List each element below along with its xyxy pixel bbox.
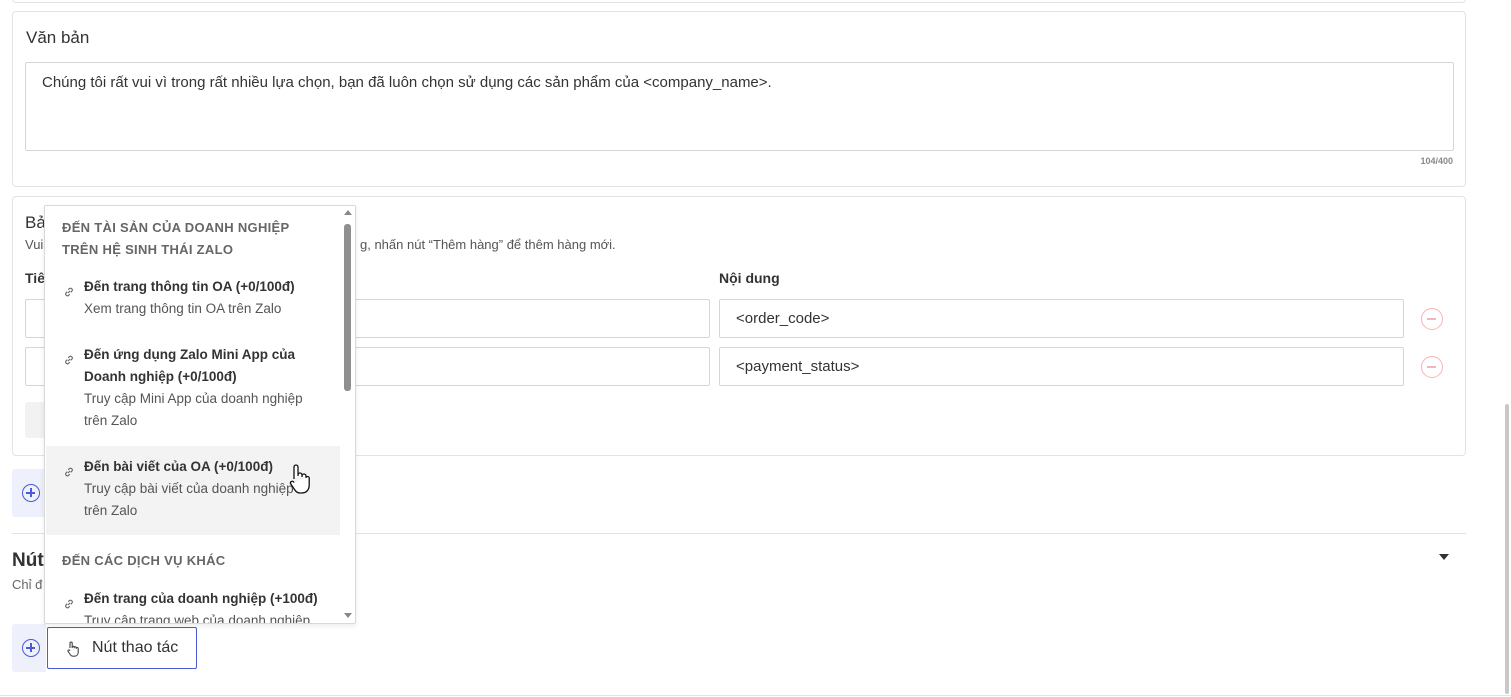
table-section-title: Bả bbox=[25, 213, 46, 232]
option-title-line-2: Doanh nghiệp (+0/100đ) bbox=[84, 369, 237, 384]
link-icon bbox=[65, 599, 73, 609]
option-title: Đến trang thông tin OA (+0/100đ) bbox=[84, 279, 295, 294]
plus-circle-icon bbox=[22, 639, 40, 657]
bottom-border bbox=[0, 695, 1511, 696]
group-header-other-services: ĐẾN CÁC DỊCH VỤ KHÁC bbox=[62, 553, 226, 568]
option-title: Đến trang của doanh nghiệp (+100đ) bbox=[84, 591, 318, 606]
link-icon bbox=[65, 467, 73, 477]
option-title-line-1: Đến ứng dụng Zalo Mini App của bbox=[84, 347, 296, 362]
column-header-content: Nội dung bbox=[719, 270, 780, 286]
text-content-textarea[interactable]: Chúng tôi rất vui vì trong rất nhiều lựa… bbox=[25, 62, 1454, 151]
text-section-card: Văn bản Chúng tôi rất vui vì trong rất n… bbox=[12, 11, 1466, 187]
table-hint-left: Vui bbox=[25, 237, 44, 252]
row-1-remove-icon[interactable] bbox=[1421, 308, 1443, 330]
plus-circle-icon bbox=[22, 484, 40, 502]
table-section-hint: Vui g, nhấn nút “Thêm hàng” để thêm hàng… bbox=[25, 237, 616, 252]
previous-card bbox=[12, 0, 1466, 3]
option-oa-profile[interactable]: Đến trang thông tin OA (+0/100đ) Xem tra… bbox=[46, 276, 340, 332]
option-desc: Xem trang thông tin OA trên Zalo bbox=[84, 301, 282, 316]
option-desc-line-1: Truy cập Mini App của doanh nghiệp bbox=[84, 391, 303, 406]
dropdown-scroll-thumb[interactable] bbox=[344, 224, 351, 391]
group-header-line-1: ĐẾN TÀI SẢN CỦA DOANH NGHIỆP bbox=[62, 220, 290, 235]
page-scrollbar[interactable] bbox=[1505, 404, 1509, 694]
link-icon bbox=[65, 287, 73, 297]
hand-pointer-icon bbox=[67, 641, 79, 657]
option-desc-line-2: trên Zalo bbox=[84, 503, 138, 518]
row-2-remove-icon[interactable] bbox=[1421, 356, 1443, 378]
scroll-down-arrow-icon[interactable] bbox=[344, 613, 352, 618]
option-desc: Truy cập trang web của doanh nghiệp bbox=[84, 613, 311, 624]
text-section-title: Văn bản bbox=[26, 28, 90, 47]
option-mini-app[interactable]: Đến ứng dụng Zalo Mini App của Doanh ngh… bbox=[46, 344, 340, 444]
table-hint-right: g, nhấn nút “Thêm hàng” để thêm hàng mới… bbox=[360, 237, 616, 252]
action-button[interactable]: Nút thao tác bbox=[47, 627, 197, 669]
row-2-content-input[interactable]: <payment_status> bbox=[719, 347, 1404, 386]
buttons-section-subtitle: Chỉ đ bbox=[12, 577, 43, 592]
link-icon bbox=[65, 355, 73, 365]
group-header-line-2: TRÊN HỆ SINH THÁI ZALO bbox=[62, 242, 234, 257]
action-button-label: Nút thao tác bbox=[92, 639, 179, 656]
scroll-up-arrow-icon[interactable] bbox=[344, 210, 352, 215]
column-header-title: Tiê bbox=[25, 270, 45, 286]
option-desc-line-2: trên Zalo bbox=[84, 413, 138, 428]
option-business-page[interactable]: Đến trang của doanh nghiệp (+100đ) Truy … bbox=[46, 588, 340, 624]
link-type-dropdown: ĐẾN TÀI SẢN CỦA DOANH NGHIỆP TRÊN HỆ SIN… bbox=[44, 205, 356, 624]
group-header-ecosystem: ĐẾN TÀI SẢN CỦA DOANH NGHIỆP TRÊN HỆ SIN… bbox=[62, 217, 289, 261]
add-component-button[interactable] bbox=[12, 469, 46, 517]
add-button-control[interactable] bbox=[12, 624, 46, 672]
row-1-content-input[interactable]: <order_code> bbox=[719, 299, 1404, 338]
caret-down-icon[interactable] bbox=[1439, 554, 1449, 560]
hand-cursor-icon bbox=[289, 464, 310, 494]
buttons-section-title: Nút bbox=[12, 550, 44, 571]
character-counter: 104/400 bbox=[1420, 156, 1453, 166]
